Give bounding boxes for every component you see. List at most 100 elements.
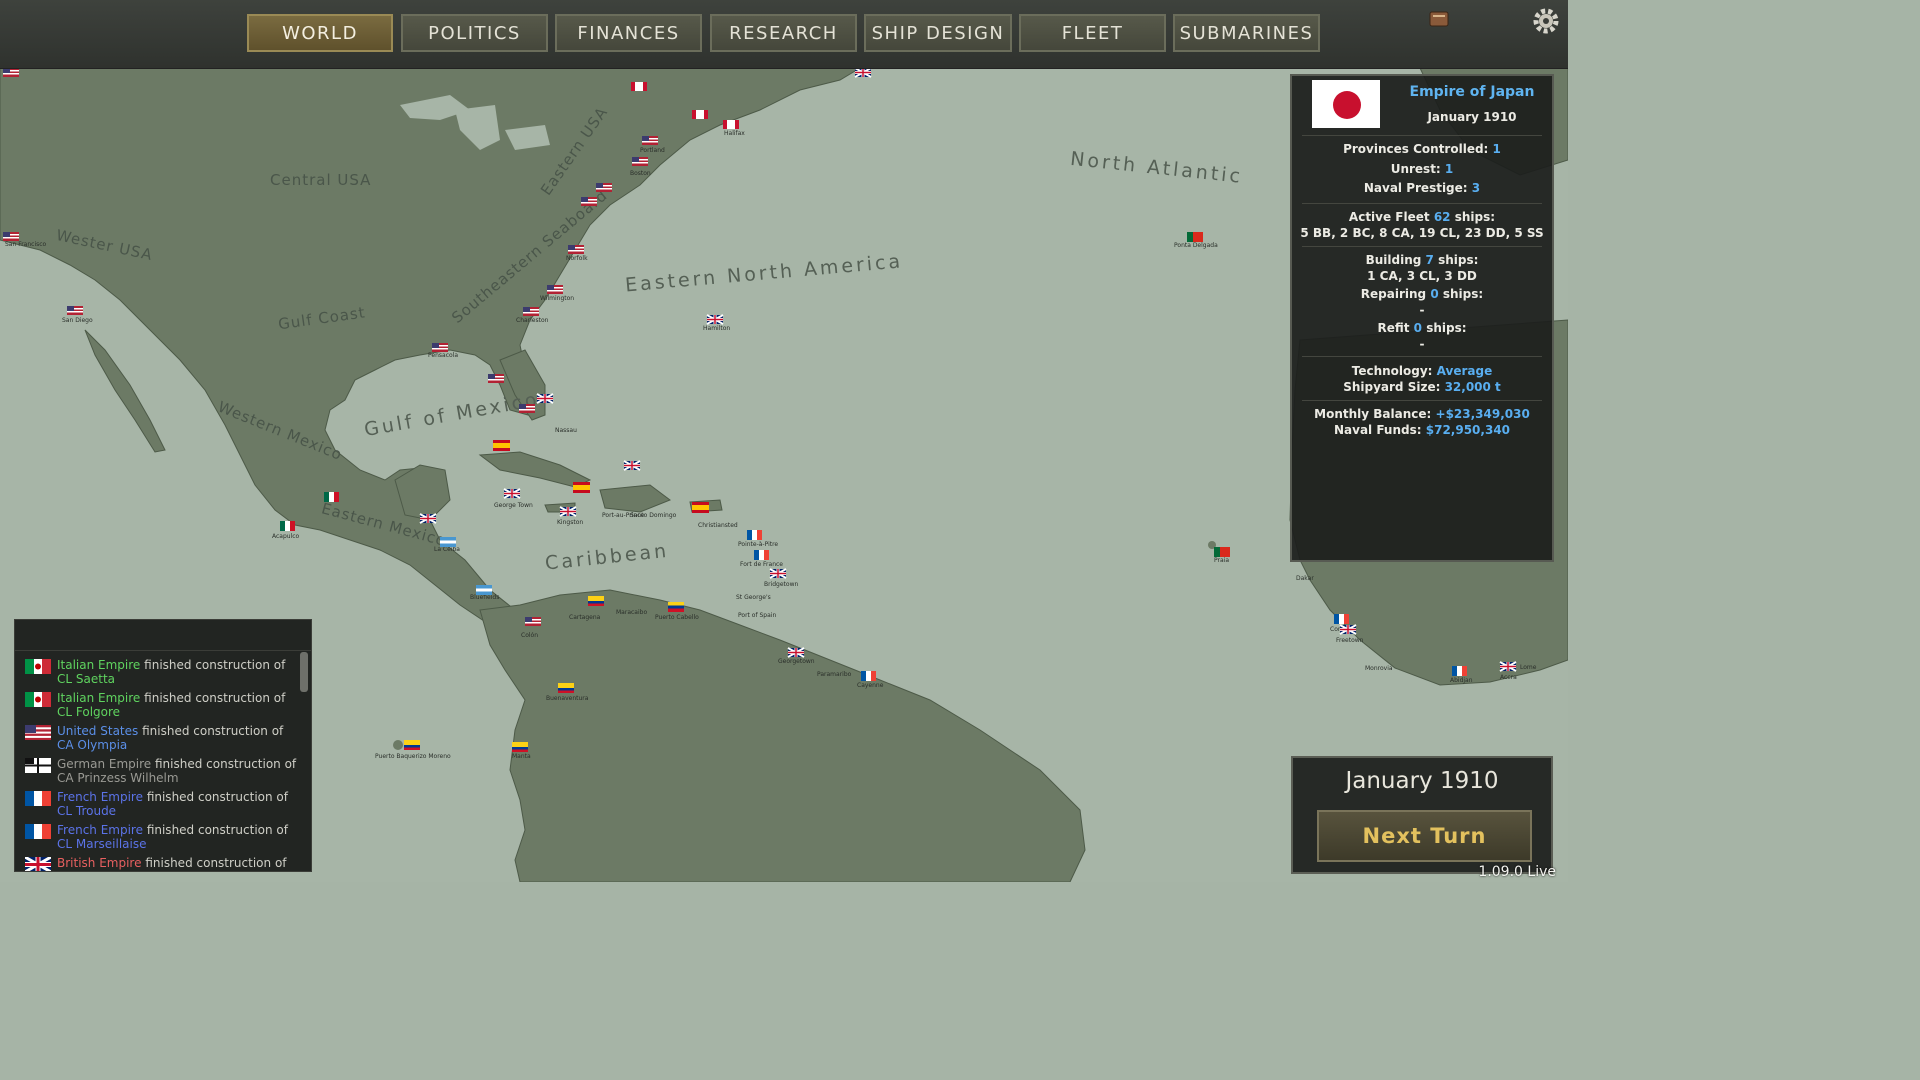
tab-world[interactable]: WORLD <box>247 14 393 52</box>
funds-row: Naval Funds: $72,950,340 <box>1292 423 1552 437</box>
provinces-row: Provinces Controlled: 1 <box>1292 142 1552 156</box>
log-text: finished construction of <box>144 691 286 705</box>
city-label: Paramaribo <box>817 671 852 678</box>
city-label: Ponta Delgada <box>1174 242 1218 249</box>
tab-submarines[interactable]: SUBMARINES <box>1173 14 1320 52</box>
usa-port-flag-icon <box>525 617 541 626</box>
technology-row: Technology: Average <box>1292 364 1552 378</box>
active-fleet-row[interactable]: Active Fleet 62 ships: <box>1292 210 1552 224</box>
city-label: Praia <box>1214 557 1229 564</box>
tab-ship-design[interactable]: SHIP DESIGN <box>864 14 1012 52</box>
balance-row: Monthly Balance: +$23,349,030 <box>1292 407 1552 421</box>
city-label: Kingston <box>557 519 583 526</box>
funds-label: Naval Funds: <box>1333 423 1422 437</box>
usa-port-flag-icon <box>596 183 612 192</box>
france-flag-icon <box>25 791 51 806</box>
tab-research[interactable]: RESEARCH <box>710 14 857 52</box>
building-row[interactable]: Building 7 ships: <box>1292 253 1552 267</box>
log-ship: CA Prinzess Wilhelm <box>57 771 179 785</box>
city-label: Port of Spain <box>738 612 776 619</box>
divider <box>1302 203 1542 204</box>
italy-flag-icon <box>25 692 51 707</box>
usa-port-flag-icon <box>642 136 658 145</box>
venezuela-port-flag-icon <box>668 602 684 612</box>
building-breakdown: 1 CA, 3 CL, 3 DD <box>1367 269 1477 283</box>
unrest-row: Unrest: 1 <box>1292 162 1552 176</box>
britain-port-flag-icon <box>854 67 872 78</box>
book-icon[interactable] <box>1428 8 1450 30</box>
log-ship: CL Marseillaise <box>57 837 147 851</box>
tab-fleet[interactable]: FLEET <box>1019 14 1166 52</box>
city-label: Cartagena <box>569 614 601 621</box>
unrest-label: Unrest: <box>1390 162 1441 176</box>
divider <box>1302 356 1542 357</box>
city-label: Christiansted <box>698 522 738 529</box>
france-port-flag-icon <box>747 530 762 540</box>
city-label: Buenaventura <box>546 695 589 702</box>
refit-breakdown: - <box>1419 337 1425 351</box>
city-label: Freetown <box>1336 637 1364 644</box>
prestige-value: 3 <box>1471 181 1481 195</box>
ecuador-port-flag-icon <box>404 740 420 750</box>
building-suffix: ships: <box>1438 253 1479 267</box>
city-label: Bluefields <box>470 594 499 601</box>
active-fleet-suffix: ships: <box>1454 210 1496 224</box>
britain-port-flag-icon <box>787 647 805 658</box>
provinces-label: Provinces Controlled: <box>1343 142 1489 156</box>
canada-port-flag-icon <box>692 110 708 119</box>
city-label: Halifax <box>724 130 745 137</box>
usa-port-flag-icon <box>632 157 648 166</box>
technology-value: Average <box>1436 364 1493 378</box>
tab-politics[interactable]: POLITICS <box>401 14 548 52</box>
france-port-flag-icon <box>861 671 876 681</box>
log-nation: French Empire <box>57 823 143 837</box>
central-america-port-flag-icon <box>476 585 492 595</box>
city-label: Acapulco <box>272 533 300 540</box>
log-nation: Italian Empire <box>57 691 141 705</box>
refit-label: Refit <box>1377 321 1410 335</box>
britain-flag-icon <box>25 857 51 871</box>
shipyard-value: 32,000 t <box>1444 380 1501 394</box>
building-label: Building <box>1365 253 1422 267</box>
repairing-row[interactable]: Repairing 0 ships: <box>1292 287 1552 301</box>
nation-name: Empire of Japan <box>1409 84 1535 100</box>
shipyard-label: Shipyard Size: <box>1343 380 1441 394</box>
gear-icon[interactable] <box>1531 6 1561 36</box>
germany-flag-icon <box>25 758 51 773</box>
britain-port-flag-icon <box>706 314 724 325</box>
city-label: Pointe-à-Pitre <box>738 541 778 548</box>
shipyard-row: Shipyard Size: 32,000 t <box>1292 380 1552 394</box>
usa-flag-icon <box>25 725 51 740</box>
japan-sun-disc <box>1333 91 1361 119</box>
britain-port-flag-icon <box>419 513 437 524</box>
britain-port-flag-icon <box>1499 661 1517 672</box>
usa-port-flag-icon <box>547 285 563 294</box>
log-ship: CL Folgore <box>57 705 121 719</box>
city-label: Puerto Cabello <box>655 614 699 621</box>
event-log-panel[interactable]: Italian Empire finished construction of … <box>14 619 312 872</box>
next-turn-button[interactable]: Next Turn <box>1317 810 1532 862</box>
italy-flag-icon <box>25 659 51 674</box>
city-label: Accra <box>1500 674 1517 681</box>
spain-port-flag-icon <box>493 440 510 451</box>
log-nation: German Empire <box>57 757 152 771</box>
log-text: finished construction of <box>154 757 297 771</box>
portugal-port-flag-icon <box>1187 232 1203 242</box>
france-port-flag-icon <box>754 550 769 560</box>
spain-port-flag-icon <box>573 482 590 493</box>
city-label: Bridgetown <box>764 581 798 588</box>
funds-value: $72,950,340 <box>1425 423 1511 437</box>
log-scrollbar[interactable] <box>300 652 308 692</box>
city-label: George Town <box>494 502 533 509</box>
turn-panel: January 1910 Next Turn <box>1291 756 1553 874</box>
refit-row[interactable]: Refit 0 ships: <box>1292 321 1552 335</box>
city-label: Puerto Baquerizo Moreno <box>375 753 451 760</box>
city-label: Monrovia <box>1365 665 1393 672</box>
canada-port-flag-icon <box>631 82 647 91</box>
city-label: Hamilton <box>703 325 730 332</box>
log-ship: CL Saetta <box>57 672 115 686</box>
refit-suffix: ships: <box>1426 321 1467 335</box>
tab-finances[interactable]: FINANCES <box>555 14 702 52</box>
unrest-value: 1 <box>1444 162 1454 176</box>
divider <box>1302 135 1542 136</box>
